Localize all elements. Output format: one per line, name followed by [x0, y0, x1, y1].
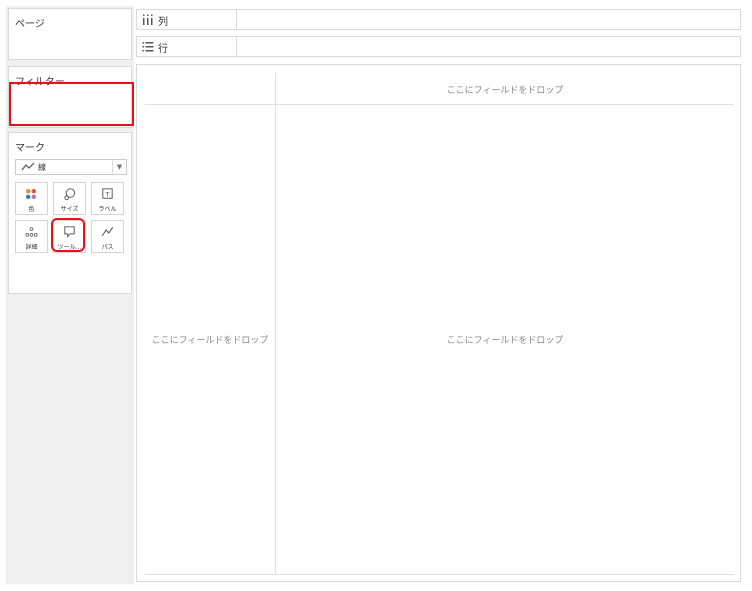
mark-type-dropdown[interactable]: 線 ▼ [15, 159, 127, 175]
filters-drop-area[interactable] [9, 82, 134, 126]
rows-shelf-label: 行 [158, 44, 168, 55]
columns-shelf-header: 列 [137, 10, 237, 29]
mark-type-label: 線 [38, 163, 46, 172]
svg-text:T: T [104, 190, 110, 198]
rows-shelf: 行 [136, 36, 741, 57]
marks-title: マーク [15, 143, 45, 154]
rows-shelf-header: 行 [137, 37, 237, 56]
columns-shelf: 列 [136, 9, 741, 30]
path-icon [101, 227, 114, 237]
label-label: ラベル [98, 206, 117, 213]
detail-icon [25, 227, 38, 237]
columns-shelf-label: 列 [158, 17, 168, 28]
rows-drop-area[interactable] [237, 37, 740, 56]
marks-card: マーク 線 ▼ 色 サイズ T ラベル 詳細 ツール... パス [8, 132, 132, 294]
size-button[interactable]: サイズ [53, 182, 86, 215]
rows-icon [142, 42, 154, 52]
view-canvas: ここにフィールドをドロップ ここにフィールドをドロップ ここにフィールドをドロッ… [136, 64, 741, 582]
column-header-drop-text[interactable]: ここにフィールドをドロップ [276, 83, 734, 96]
label-icon: T [102, 188, 113, 199]
detail-label: 詳細 [25, 244, 38, 251]
path-label: パス [101, 244, 114, 251]
view-divider-vertical [275, 73, 276, 575]
size-icon [64, 188, 76, 201]
pages-card[interactable]: ページ [8, 8, 132, 60]
color-dots-icon [25, 188, 37, 200]
view-grid: ここにフィールドをドロップ ここにフィールドをドロップ ここにフィールドをドロッ… [145, 73, 734, 575]
size-label: サイズ [60, 206, 79, 213]
path-button[interactable]: パス [91, 220, 124, 253]
detail-button[interactable]: 詳細 [15, 220, 48, 253]
view-center-drop-text[interactable]: ここにフィールドをドロップ [276, 333, 734, 346]
line-chart-icon [21, 162, 35, 171]
label-button[interactable]: T ラベル [91, 182, 124, 215]
left-panel: ページ フィルター マーク 線 ▼ 色 サイズ T ラベル 詳細 ツール... … [6, 6, 134, 584]
pages-title: ページ [15, 19, 45, 30]
chevron-down-icon[interactable]: ▼ [112, 160, 126, 174]
color-label: 色 [28, 206, 35, 213]
row-header-drop-text[interactable]: ここにフィールドをドロップ [145, 333, 275, 346]
color-button[interactable]: 色 [15, 182, 48, 215]
view-divider-bottom [145, 574, 734, 575]
tooltip-highlight [51, 218, 85, 252]
columns-icon [143, 14, 153, 25]
columns-drop-area[interactable] [237, 10, 740, 29]
view-divider-horizontal [145, 104, 734, 105]
